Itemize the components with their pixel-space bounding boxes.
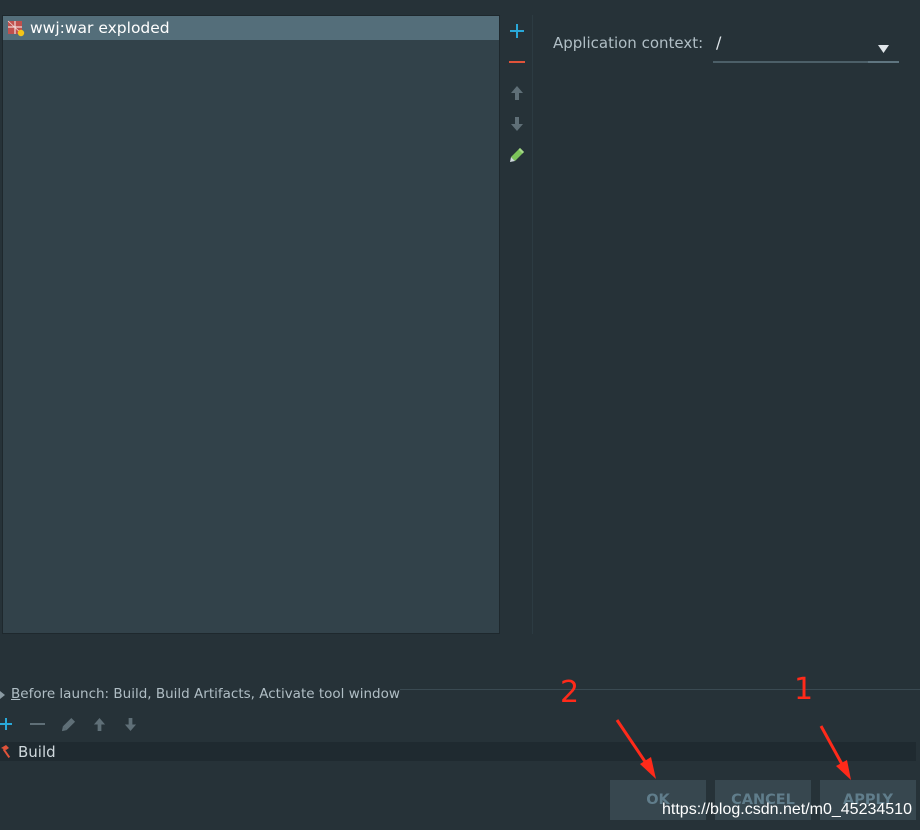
move-task-up-button[interactable] [86, 711, 112, 737]
remove-task-button[interactable] [24, 711, 50, 737]
plus-icon [510, 24, 524, 38]
minus-icon [509, 61, 525, 63]
dropdown-arrow-icon[interactable] [878, 38, 889, 57]
application-context-combo[interactable]: / [713, 31, 899, 63]
application-context-label: Application context: [553, 34, 704, 52]
before-launch-toolbar [0, 711, 160, 737]
combo-underline-accent [868, 61, 899, 63]
edit-task-button[interactable] [55, 711, 81, 737]
application-context-value: / [716, 33, 722, 52]
task-label: Build [18, 743, 56, 761]
artifact-label: wwj:war exploded [30, 19, 170, 37]
list-item-artifact[interactable]: wwj:war exploded [3, 16, 499, 40]
annotation-step-2: 2 [560, 675, 580, 710]
arrow-down-icon [124, 717, 136, 731]
before-launch-title-text: efore launch: Build, Build Artifacts, Ac… [20, 686, 400, 702]
before-launch-title[interactable]: Before launch: Build, Build Artifacts, A… [11, 684, 400, 704]
remove-artifact-button[interactable] [502, 48, 532, 76]
arrow-up-icon [511, 86, 523, 100]
edit-artifact-button[interactable] [502, 141, 532, 169]
deployment-toolbar [502, 15, 533, 634]
pencil-icon [510, 148, 524, 162]
section-divider [400, 689, 920, 690]
move-task-down-button[interactable] [117, 711, 143, 737]
arrow-down-icon [511, 117, 523, 131]
move-up-button[interactable] [502, 79, 532, 107]
annotation-step-1: 1 [794, 672, 814, 707]
add-artifact-button[interactable] [502, 17, 532, 45]
before-launch-mnemonic: B [11, 686, 21, 702]
plus-icon [0, 718, 12, 730]
before-launch-task-row[interactable]: Build [0, 742, 916, 761]
collapse-chevron-icon[interactable] [0, 686, 5, 705]
watermark: https://blog.csdn.net/m0_45234510 [662, 801, 912, 818]
war-exploded-icon [7, 19, 25, 37]
move-down-button[interactable] [502, 110, 532, 138]
clipped-header-strip [0, 0, 920, 6]
minus-icon [29, 723, 45, 725]
hammer-icon [0, 744, 13, 763]
deployment-list[interactable]: wwj:war exploded [2, 15, 500, 634]
add-task-button[interactable] [0, 711, 19, 737]
arrow-up-icon [93, 717, 105, 731]
pencil-icon [61, 717, 75, 731]
